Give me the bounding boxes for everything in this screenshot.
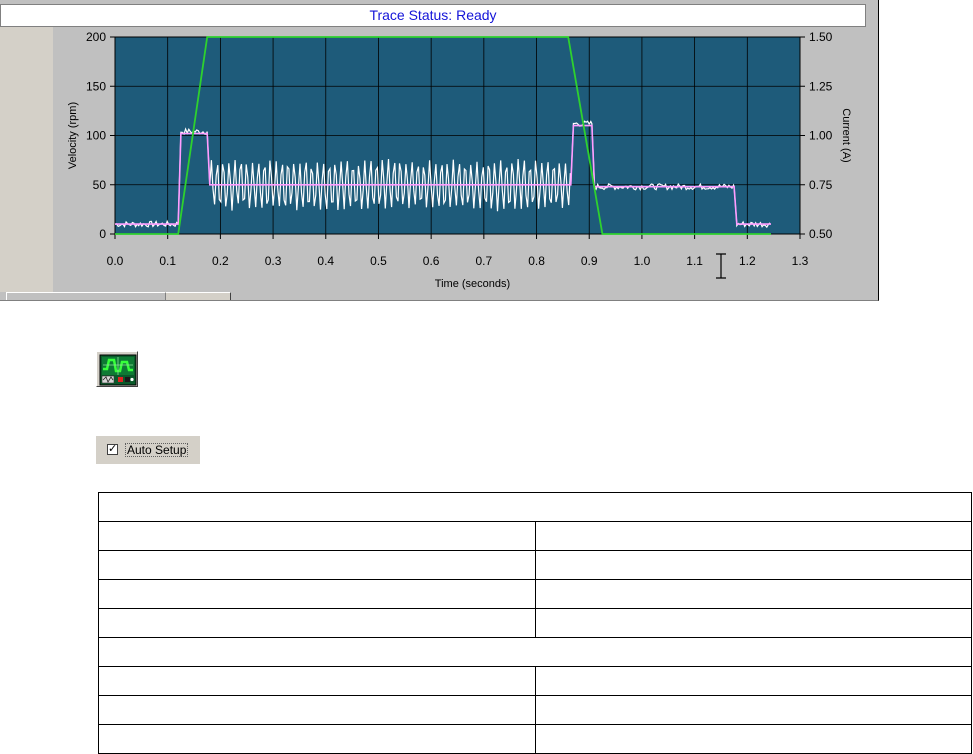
- table-row: [98, 579, 972, 609]
- y-left-axis-label: Velocity (rpm): [67, 102, 79, 169]
- trace-tab-2[interactable]: [166, 292, 231, 300]
- y-right-tick-label: 0.50: [809, 227, 833, 241]
- table-row: [98, 637, 972, 667]
- y-right-tick-label: 1.50: [809, 30, 833, 44]
- table-cell-value: [534, 550, 972, 580]
- y-right-tick-label: 0.75: [809, 178, 833, 192]
- x-tick-label: 1.3: [792, 254, 809, 268]
- table-section-header: [98, 637, 972, 667]
- x-tick-label: 1.1: [686, 254, 703, 268]
- table-row: [98, 724, 972, 754]
- table-cell-value: [534, 608, 972, 638]
- x-tick-label: 0.8: [528, 254, 545, 268]
- table-cell-name: [98, 521, 536, 551]
- table-cell-name: [98, 666, 536, 696]
- table-cell-name: [98, 608, 536, 638]
- table-cell-name: [98, 695, 536, 725]
- oscilloscope-icon: [99, 354, 137, 386]
- text-cursor-icon: [716, 253, 726, 279]
- x-tick-label: 1.2: [739, 254, 756, 268]
- parameter-table: [98, 492, 972, 754]
- table-cell-value: [534, 521, 972, 551]
- trace-chart: 0.0 0.1 0.2 0.3 0.4 0.5 0.6 0.7 0.8 0.9 1.0 1.1 1.2 1…: [67, 30, 852, 290]
- auto-setup-control[interactable]: ✓ Auto Setup: [96, 436, 200, 464]
- y-left-tick-label: 200: [86, 30, 106, 44]
- table-cell-name: [98, 724, 536, 754]
- table-row: [98, 492, 972, 522]
- x-tick-label: 0.5: [370, 254, 387, 268]
- x-tick-label: 1.0: [634, 254, 651, 268]
- table-row: [98, 521, 972, 551]
- table-cell-value: [534, 695, 972, 725]
- trace-tab-1[interactable]: [6, 292, 166, 300]
- table-cell-name: [98, 550, 536, 580]
- y-left-tick-label: 0: [99, 227, 106, 241]
- y-left-tick-label: 50: [93, 178, 107, 192]
- auto-setup-label[interactable]: Auto Setup: [125, 443, 189, 457]
- table-row: [98, 695, 972, 725]
- auto-setup-checkbox[interactable]: ✓: [107, 444, 118, 455]
- table-cell-value: [534, 666, 972, 696]
- table-row: [98, 666, 972, 696]
- trace-window: Trace Status: Ready 0.0 0.1 0.2 0.3 0.4 0.5 0.…: [0, 0, 879, 301]
- x-tick-label: 0.7: [476, 254, 493, 268]
- x-tick-label: 0.6: [423, 254, 440, 268]
- table-cell-value: [534, 724, 972, 754]
- table-section-header: [98, 492, 972, 522]
- y-right-axis-label: Current (A): [840, 108, 852, 162]
- y-left-tick-label: 150: [86, 79, 106, 93]
- x-tick-label: 0.9: [581, 254, 598, 268]
- x-tick-label: 0.3: [265, 254, 282, 268]
- y-right-tick-label: 1.25: [809, 79, 833, 93]
- table-cell-value: [534, 579, 972, 609]
- scope-trace-button[interactable]: [96, 351, 138, 387]
- x-tick-label: 0.2: [212, 254, 229, 268]
- table-row: [98, 608, 972, 638]
- y-right-tick-label: 1.00: [809, 129, 833, 143]
- table-row: [98, 550, 972, 580]
- x-tick-label: 0.1: [159, 254, 176, 268]
- x-tick-label: 0.0: [107, 254, 124, 268]
- table-cell-name: [98, 579, 536, 609]
- y-left-tick-label: 100: [86, 129, 106, 143]
- x-tick-label: 0.4: [317, 254, 334, 268]
- x-axis-label: Time (seconds): [435, 278, 510, 290]
